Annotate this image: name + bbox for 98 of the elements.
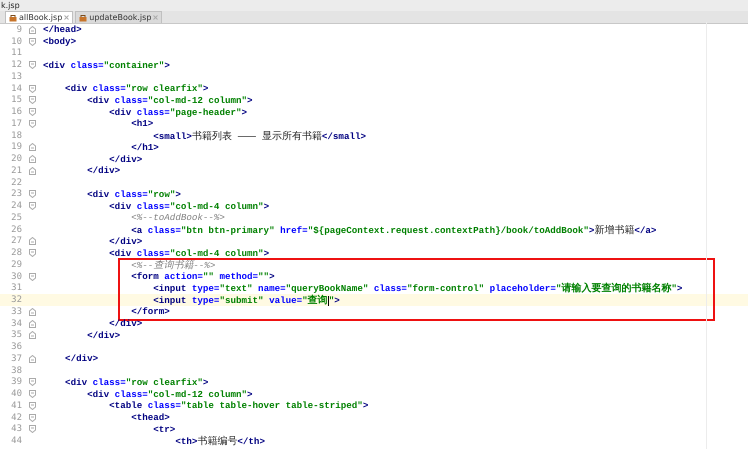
line-number: 39 [10, 377, 22, 388]
line-number: 27 [10, 236, 22, 246]
line-number: 38 [10, 366, 22, 376]
line-number: 18 [10, 130, 22, 141]
code-line: <input type="text" name="queryBookName" class="form-control" placeholder="请输入要查询的书籍名称"> [152, 282, 682, 296]
line-number: 28 [10, 248, 22, 258]
code-line: <small>书籍列表 ——— 显示所有书籍</small> [152, 130, 366, 143]
line-number: 40 [10, 389, 22, 400]
fold-icon[interactable] [29, 96, 36, 104]
code-line: </div> [86, 165, 120, 176]
line-number: 44 [10, 436, 22, 446]
line-number: 9 [16, 24, 22, 35]
fold-icon[interactable] [29, 320, 36, 328]
line-number: 10 [10, 36, 22, 47]
code-line: <tr> [152, 424, 176, 435]
fold-icon[interactable] [29, 120, 36, 128]
file-icon [9, 14, 17, 22]
code-line: <div class="col-md-4 column"> [108, 248, 270, 259]
line-number: 24 [10, 201, 22, 212]
fold-icon[interactable] [29, 331, 36, 340]
line-number: 22 [10, 178, 22, 188]
code-line: <div class="row"> [86, 188, 181, 200]
line-number: 17 [10, 118, 22, 129]
line-number: 36 [10, 342, 22, 352]
fold-icon[interactable] [29, 108, 36, 116]
code-line: <div class="page-header"> [108, 106, 248, 118]
code-line: <%--查询书籍--%> [130, 258, 216, 272]
code-line: <div class="row clearfix"> [64, 83, 208, 94]
code-line: <div class="col-md-4 column"> [108, 200, 270, 212]
line-number: 32 [10, 295, 22, 306]
line-number: 31 [10, 283, 22, 294]
line-number: 11 [10, 48, 22, 58]
line-number: 15 [10, 95, 22, 106]
fold-icon[interactable] [29, 237, 36, 246]
code-line: </div> [108, 236, 142, 247]
code-line: <div class="col-md-12 column"> [86, 94, 253, 106]
close-icon[interactable] [153, 15, 158, 20]
line-number: 29 [10, 260, 22, 270]
line-number: 43 [10, 424, 22, 434]
line-number: 13 [10, 72, 22, 82]
line-number: 33 [10, 306, 22, 317]
line-number: 25 [10, 212, 22, 223]
fold-icon[interactable] [29, 155, 36, 164]
line-number: 30 [10, 272, 22, 282]
line-number: 26 [10, 224, 22, 235]
code-line: <div class="container"> [43, 60, 170, 71]
breadcrumb[interactable]: k.jsp [0, 0, 20, 10]
code-line: </head> [43, 24, 82, 36]
line-number: 23 [10, 189, 22, 200]
close-icon[interactable] [64, 15, 70, 20]
line-number: 35 [10, 330, 22, 340]
code-line: <input type="submit" value="查询"> [153, 294, 340, 308]
fold-icon[interactable] [29, 190, 36, 198]
line-number: 12 [10, 60, 22, 70]
code-line: <thead> [130, 412, 170, 424]
fold-icon[interactable] [29, 26, 36, 34]
fold-icon[interactable] [29, 249, 36, 258]
line-number: 14 [10, 84, 22, 94]
line-number: 34 [10, 318, 22, 329]
code-line: <a class="btn btn-primary" href="${pageContext.request.contextPath}/book/toAddBook">新增书籍</a> [130, 224, 656, 237]
file-icon [79, 14, 88, 22]
fold-icon[interactable] [29, 378, 36, 386]
fold-icon[interactable] [29, 414, 36, 422]
line-number: 19 [10, 142, 22, 152]
line-number: 16 [10, 107, 22, 118]
fold-icon[interactable] [29, 390, 36, 398]
fold-icon[interactable] [29, 425, 36, 434]
fold-icon[interactable] [29, 143, 36, 152]
code-line: </form> [130, 306, 170, 318]
line-number: 20 [10, 154, 22, 164]
fold-icon[interactable] [29, 272, 36, 281]
editor-tab[interactable]: updateBook.jsp [75, 11, 162, 23]
fold-icon[interactable] [29, 402, 36, 410]
code-line: </div> [86, 330, 120, 341]
fold-icon[interactable] [29, 166, 36, 175]
fold-icon[interactable] [29, 308, 36, 316]
code-line: <h1> [130, 118, 154, 130]
code-line: <%--toAddBook--%> [130, 212, 225, 224]
fold-icon[interactable] [29, 84, 36, 93]
fold-icon[interactable] [29, 38, 36, 46]
line-number: 37 [10, 354, 22, 364]
code-line: <table class="table table-hover table-striped"> [108, 400, 368, 412]
code-line: <div class="col-md-12 column"> [86, 388, 253, 400]
fold-icon[interactable] [29, 61, 36, 70]
code-line: <th>书籍编号</th> [174, 434, 265, 448]
fold-icon[interactable] [29, 354, 36, 363]
line-number: 42 [10, 412, 22, 423]
editor-tab[interactable]: allBook.jsp [5, 11, 74, 23]
code-line: <div class="row clearfix"> [64, 376, 208, 388]
code-line: <body> [43, 36, 76, 48]
code-line: </div> [64, 353, 98, 364]
line-number: 41 [10, 400, 22, 411]
fold-icon[interactable] [29, 202, 36, 210]
code-line: </div> [108, 318, 142, 330]
code-line: </h1> [130, 142, 159, 153]
code-line: <form action="" method=""> [130, 271, 275, 282]
line-number: 21 [10, 166, 22, 176]
code-line: </div> [108, 154, 142, 165]
